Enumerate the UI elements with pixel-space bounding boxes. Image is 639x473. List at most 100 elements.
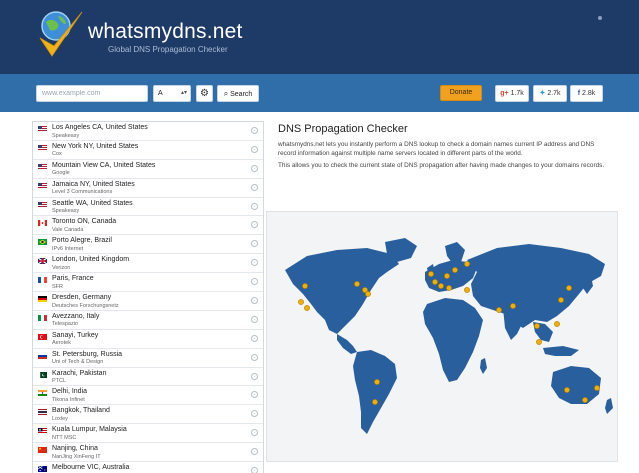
info-paragraph-2: This allows you to check the current sta… [278, 162, 605, 169]
server-location: Melbourne VIC, Australia [52, 464, 130, 472]
server-row: Dresden, Germany Deutsches Forschungsnetz [33, 292, 263, 311]
server-provider: Cox [52, 151, 62, 158]
marker-melbourne [582, 397, 588, 403]
donate-button[interactable]: Donate [440, 85, 482, 101]
flag-it-icon [38, 314, 47, 321]
marker-london [428, 271, 434, 277]
map-new-zealand [605, 398, 613, 414]
info-title: DNS Propagation Checker [278, 123, 408, 135]
server-provider: SFR [52, 283, 63, 290]
marker-australia-2 [594, 385, 600, 391]
search-button[interactable]: ⌕ Search [217, 85, 259, 102]
server-location: Karachi, Pakistan [52, 369, 107, 377]
server-row: Seattle WA, United States Speakeasy [33, 198, 263, 217]
server-row: Los Angeles CA, United States Speakeasy [33, 122, 263, 141]
marker-karachi [496, 307, 502, 313]
flag-my-icon [38, 428, 47, 435]
server-provider: IPv6 Internet [52, 245, 84, 252]
marker-dresden [444, 273, 450, 279]
status-circle-icon [251, 127, 258, 134]
twitter-share-button[interactable]: ✦ 2.7k [533, 85, 567, 102]
server-location: Avezzano, Italy [52, 312, 100, 320]
server-provider: NanJing XinFeng IT [52, 453, 101, 460]
world-map [266, 211, 618, 462]
server-provider: PTCL [52, 378, 67, 385]
server-row: Sanayi, Turkey Aerotek [33, 330, 263, 349]
flag-pk-icon [38, 371, 47, 378]
server-location: New York NY, United States [52, 142, 139, 150]
server-location: St. Petersburg, Russia [52, 350, 123, 358]
marker-avezzano [446, 285, 452, 291]
server-provider: Deutsches Forschungsnetz [52, 302, 119, 309]
marker-porto-alegre [372, 399, 378, 405]
server-provider: Vale Canada [52, 226, 84, 233]
map-indonesia [543, 346, 579, 356]
marker-delhi [510, 303, 516, 309]
status-circle-icon [251, 221, 258, 229]
status-circle-icon [251, 202, 258, 210]
flag-us-icon [38, 163, 47, 170]
server-provider: Level 3 Communications [52, 189, 113, 196]
domain-search-input[interactable] [36, 85, 148, 102]
map-south-america [353, 350, 397, 434]
server-provider: Speakeasy [52, 208, 80, 215]
server-provider: Telespazio [52, 321, 78, 328]
server-row: Toronto ON, Canada Vale Canada [33, 216, 263, 236]
gear-icon: ⚙ [200, 88, 209, 99]
server-provider: Speakeasy [52, 132, 80, 139]
status-circle-icon [251, 278, 258, 286]
gplus-share-button[interactable]: g+ 1.7k [495, 85, 529, 102]
globe-check-logo-icon[interactable] [36, 8, 84, 66]
server-row: Nanjing, China NanJing XinFeng IT [33, 443, 263, 463]
flag-tr-icon [38, 333, 47, 340]
gplus-count: 1.7k [510, 90, 524, 97]
flag-cn-icon [38, 447, 47, 454]
brand-tagline: Global DNS Propagation Checker [108, 45, 228, 54]
status-circle-icon [251, 297, 258, 305]
server-location: Sanayi, Turkey [52, 331, 99, 339]
flag-us-icon [38, 201, 47, 208]
flag-us-icon [38, 182, 47, 189]
google-plus-icon: g+ [500, 90, 509, 97]
server-row: Delhi, India Tikona Infinet [33, 386, 263, 406]
server-row: Bangkok, Thailand Loxley [33, 405, 263, 425]
server-location: Paris, France [52, 275, 94, 283]
map-central-america [337, 334, 357, 354]
map-scandinavia [445, 242, 465, 264]
status-circle-icon [251, 315, 258, 323]
server-provider: Google [52, 170, 70, 177]
facebook-share-button[interactable]: f 2.8k [570, 85, 603, 102]
server-row: Avezzano, Italy Telespazio [33, 311, 263, 330]
server-row: Jamaica NY, United States Level 3 Communi… [33, 179, 263, 198]
marker-nanjing [558, 297, 564, 303]
server-location: Nanjing, China [52, 445, 98, 453]
server-row: Mountain View CA, United States Google [33, 160, 263, 179]
status-circle-icon [251, 448, 258, 456]
server-row: New York NY, United States Cox [33, 141, 263, 160]
marker-asia-2 [554, 321, 560, 327]
marker-mountain-view [298, 299, 304, 305]
marker-australia-1 [564, 387, 570, 393]
server-provider: Aerotek [52, 340, 71, 347]
server-provider: NTT MSC [52, 434, 77, 441]
server-row: St. Petersburg, Russia Uni of Tech & Desi… [33, 349, 263, 368]
marker-europe-1 [438, 283, 444, 289]
status-circle-icon [251, 429, 258, 437]
marker-kuala-lumpur [536, 339, 542, 345]
settings-button[interactable]: ⚙ [196, 85, 213, 102]
flag-us-icon [38, 126, 47, 132]
marker-asia-1 [566, 285, 572, 291]
status-circle-icon [251, 145, 258, 153]
marker-sanayi [464, 287, 470, 293]
status-circle-icon [251, 353, 258, 361]
flag-au-icon [38, 466, 47, 473]
facebook-count: 2.8k [582, 90, 596, 97]
record-type-select[interactable]: A ▴▾ [153, 85, 191, 102]
flag-th-icon [38, 409, 47, 416]
map-madagascar [480, 358, 487, 374]
status-circle-icon [251, 467, 258, 473]
marker-los-angeles [304, 305, 310, 311]
server-row: Karachi, Pakistan PTCL [33, 368, 263, 387]
twitter-bird-icon: ✦ [539, 90, 546, 97]
server-location: Toronto ON, Canada [52, 218, 117, 226]
